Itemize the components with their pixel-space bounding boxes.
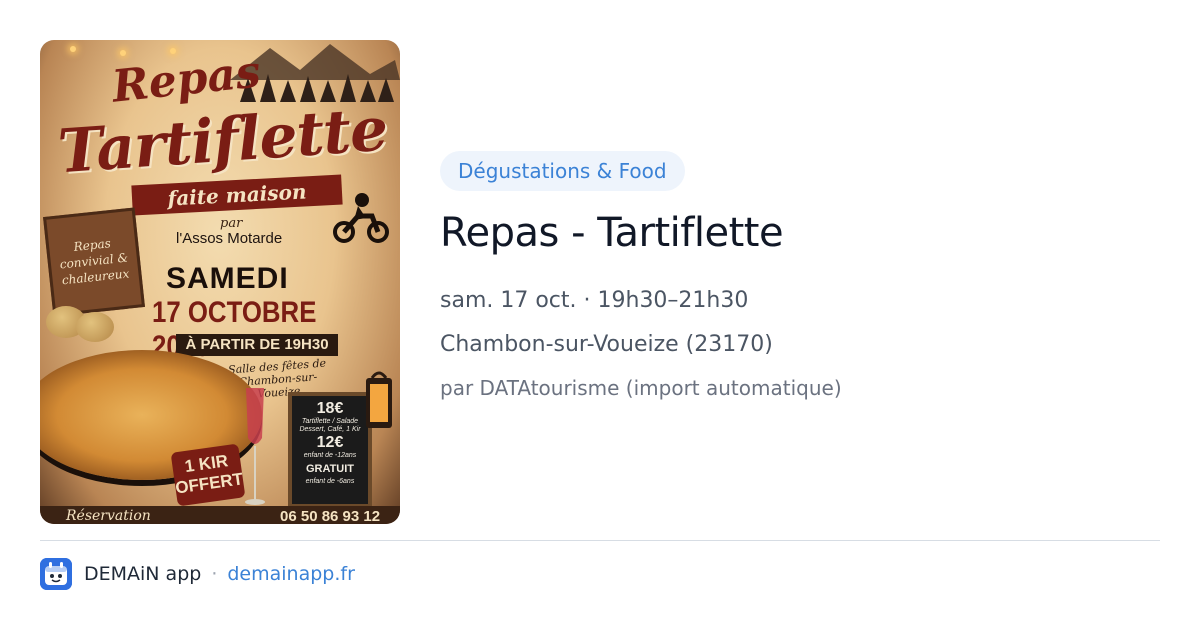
poster-banner: faite maison — [131, 174, 343, 216]
price-adult: 18€ — [316, 400, 344, 417]
poster-reservation: Réservation — [66, 508, 151, 524]
light-bulb-icon — [170, 48, 176, 54]
price-free: GRATUIT — [305, 463, 355, 475]
event-datetime: sam. 17 oct. · 19h30–21h30 — [440, 288, 749, 313]
event-location: Chambon-sur-Voueize (23170) — [440, 332, 773, 357]
poster-par: par — [220, 216, 243, 231]
price-child: 12€ — [316, 434, 344, 451]
price-free-detail: enfant de -6ans — [305, 478, 355, 485]
light-bulb-icon — [70, 46, 76, 52]
app-footer: DEMAiN app · demainapp.fr — [40, 558, 355, 590]
lantern-icon — [366, 371, 392, 428]
poster-phone: 06 50 86 93 12 — [280, 508, 381, 524]
event-share-card: Repas Tartiflette faite maison par l'Ass… — [0, 0, 1200, 630]
light-bulb-icon — [120, 50, 126, 56]
app-logo-icon[interactable] — [40, 558, 72, 590]
poster-start-time: À PARTIR DE 19H30 — [176, 334, 338, 356]
poster-title-line2: Tartiflette — [55, 94, 390, 188]
app-domain-link[interactable]: demainapp.fr — [227, 563, 355, 585]
app-name: DEMAiN app — [84, 563, 202, 585]
price-adult-detail: Tartiflette / Salade Dessert, Café, 1 Ki… — [299, 418, 361, 433]
event-poster-image[interactable]: Repas Tartiflette faite maison par l'Ass… — [40, 40, 400, 524]
poster-sign: Repas convivial & chaleureux — [43, 207, 145, 317]
poster-organizer: l'Assos Motarde — [176, 230, 283, 247]
event-source: par DATAtourisme (import automatique) — [440, 376, 842, 400]
footer-divider — [40, 540, 1160, 541]
footer-separator: · — [211, 563, 218, 585]
poster-kir-badge: 1 KIR OFFERT — [170, 443, 246, 507]
category-badge[interactable]: Dégustations & Food — [440, 151, 685, 191]
price-child-detail: enfant de -12ans — [303, 452, 357, 459]
potato-illustration — [76, 312, 114, 342]
poster-day: SAMEDI — [166, 262, 289, 295]
wine-glass-icon — [245, 388, 265, 505]
event-title[interactable]: Repas - Tartiflette — [440, 210, 784, 256]
motorcycle-icon — [333, 193, 389, 243]
